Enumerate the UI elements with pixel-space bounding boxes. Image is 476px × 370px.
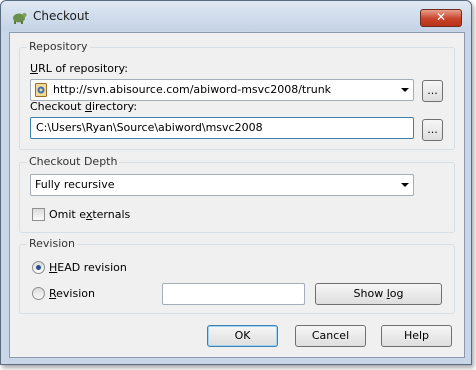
checkout-directory-value: C:\Users\Ryan\Source\abiword\msvc2008 bbox=[36, 121, 263, 134]
repository-group-title: Repository bbox=[27, 40, 90, 53]
checkout-directory-label: Checkout directory: bbox=[30, 100, 138, 113]
title-bar[interactable]: Checkout ✕ bbox=[1, 1, 471, 31]
chevron-down-icon[interactable] bbox=[401, 88, 409, 92]
browse-directory-button[interactable]: ... bbox=[422, 119, 443, 141]
checkout-depth-group: Checkout Depth bbox=[19, 155, 455, 233]
cancel-button[interactable]: Cancel bbox=[295, 325, 366, 347]
ok-button[interactable]: OK bbox=[207, 325, 278, 347]
revision-group-title: Revision bbox=[27, 237, 77, 250]
chevron-down-icon[interactable] bbox=[401, 183, 409, 187]
show-log-button[interactable]: Show log bbox=[315, 283, 442, 305]
dialog-body: Repository URL of repository: http://svn… bbox=[9, 32, 465, 358]
close-button[interactable]: ✕ bbox=[420, 9, 462, 27]
depth-selected-value: Fully recursive bbox=[35, 178, 115, 191]
url-label: URL of repository: bbox=[30, 62, 128, 75]
revision-radio[interactable] bbox=[32, 287, 45, 300]
url-combobox[interactable]: http://svn.abisource.com/abiword-msvc200… bbox=[30, 79, 414, 101]
head-revision-radio[interactable] bbox=[32, 261, 45, 274]
checkout-dialog: Checkout ✕ Repository URL of repository:… bbox=[0, 0, 472, 365]
head-revision-label[interactable]: HEAD revision bbox=[49, 261, 127, 274]
repository-url-icon bbox=[35, 83, 47, 97]
revision-input[interactable] bbox=[162, 283, 305, 305]
help-button[interactable]: Help bbox=[381, 325, 452, 347]
checkout-directory-input[interactable]: C:\Users\Ryan\Source\abiword\msvc2008 bbox=[30, 117, 414, 139]
tortoisesvn-icon bbox=[13, 13, 27, 24]
revision-label[interactable]: Revision bbox=[49, 287, 95, 300]
window-title: Checkout bbox=[33, 9, 90, 23]
depth-select[interactable]: Fully recursive bbox=[30, 174, 414, 196]
omit-externals-label[interactable]: Omit externals bbox=[49, 208, 130, 221]
omit-externals-checkbox[interactable] bbox=[32, 208, 45, 221]
checkout-depth-group-title: Checkout Depth bbox=[27, 155, 120, 168]
url-value: http://svn.abisource.com/abiword-msvc200… bbox=[53, 83, 332, 96]
browse-url-button[interactable]: ... bbox=[422, 80, 443, 102]
